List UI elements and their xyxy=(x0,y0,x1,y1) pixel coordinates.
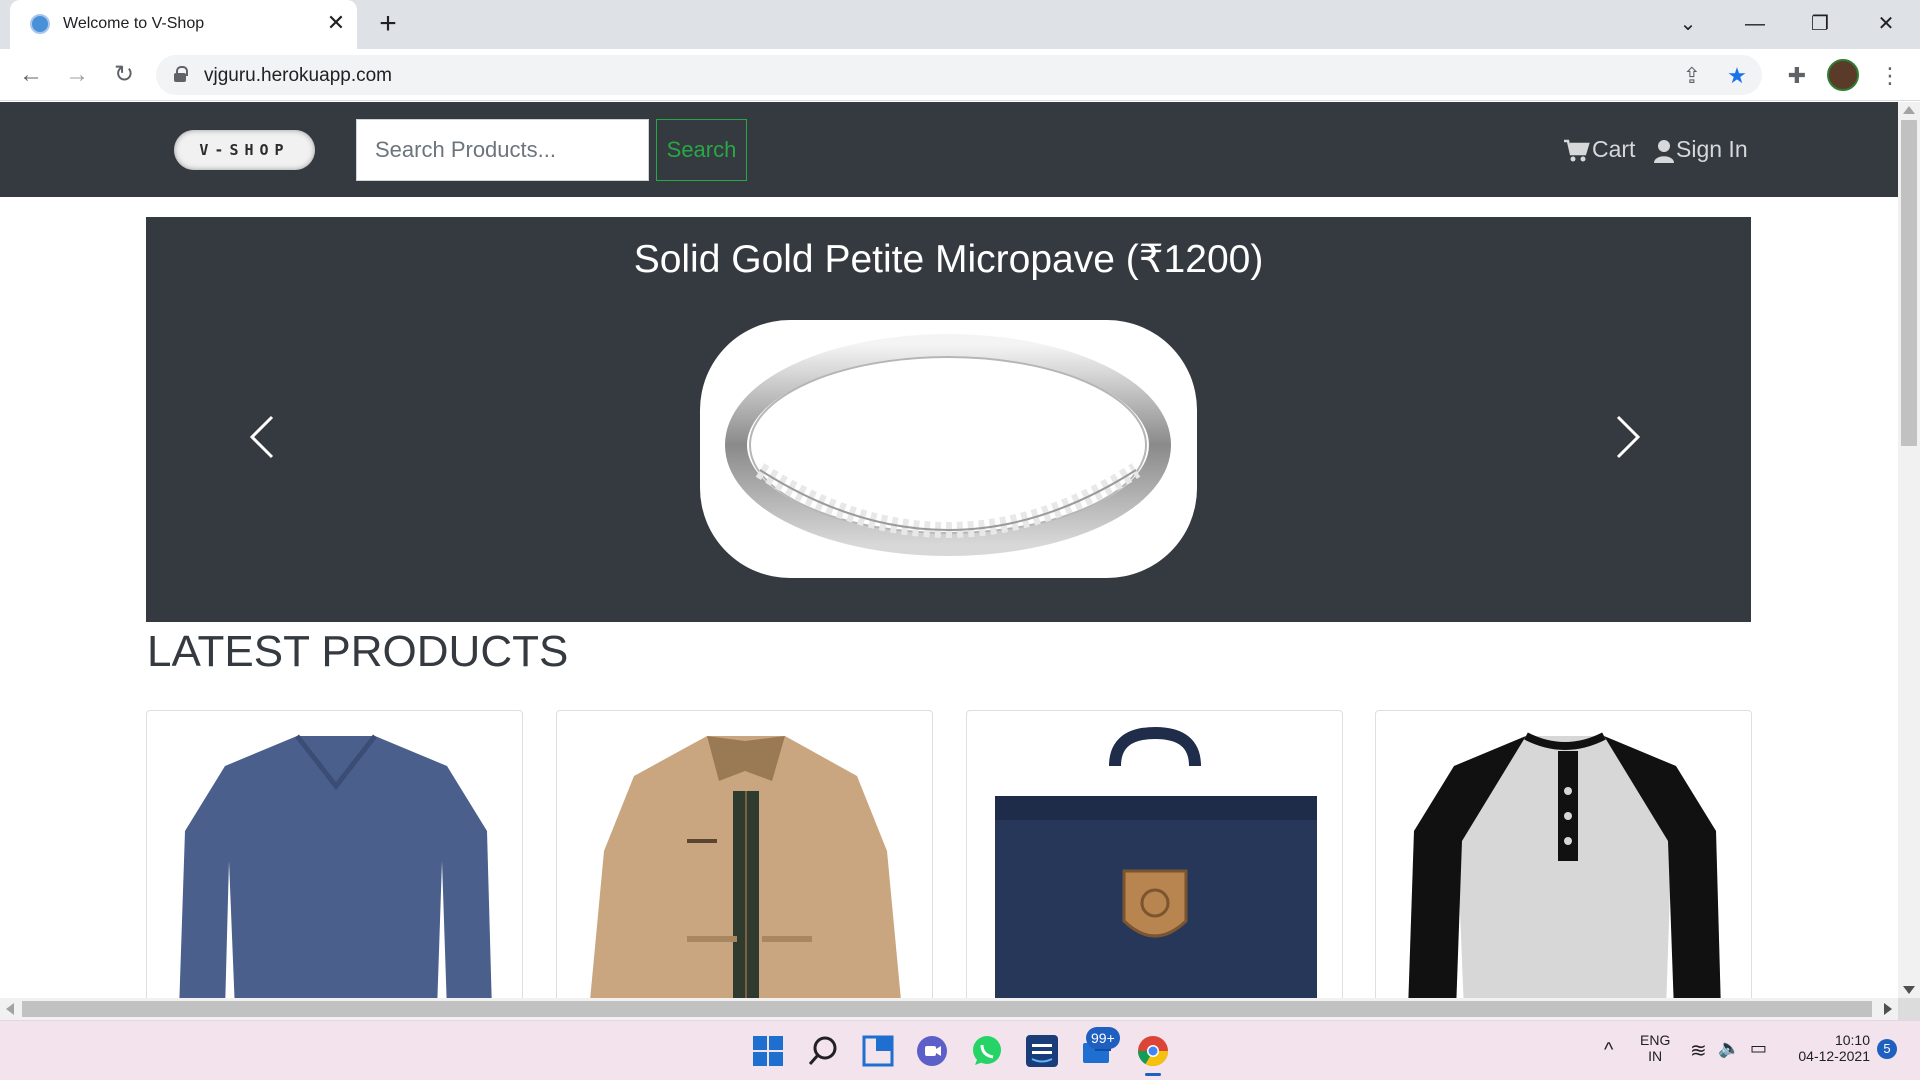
carousel-caption[interactable]: Solid Gold Petite Micropave (₹1200) xyxy=(146,237,1751,282)
product-card[interactable] xyxy=(556,710,933,998)
site-logo[interactable]: V-SHOP xyxy=(174,130,315,170)
browser-toolbar: ← → ↻ vjguru.herokuapp.com ⇪ ★ ✚ ⋮ xyxy=(0,49,1920,101)
carousel-ring-image[interactable] xyxy=(700,320,1197,578)
product-card[interactable] xyxy=(146,710,523,998)
clock[interactable]: 10:10 04-12-2021 xyxy=(1793,1032,1870,1064)
close-icon[interactable]: ✕ xyxy=(322,9,350,37)
browser-tab[interactable]: Welcome to V-Shop ✕ xyxy=(10,0,357,49)
scroll-left-icon[interactable] xyxy=(6,1003,14,1015)
scroll-up-icon[interactable] xyxy=(1903,106,1915,114)
address-bar[interactable]: vjguru.herokuapp.com ⇪ ★ xyxy=(156,55,1762,95)
mail-badge: 99+ xyxy=(1086,1027,1120,1049)
horizontal-scroll-thumb[interactable] xyxy=(22,1001,1872,1017)
wifi-icon[interactable]: ≋ xyxy=(1690,1038,1707,1063)
windows-start-icon[interactable] xyxy=(750,1033,786,1069)
scroll-right-icon[interactable] xyxy=(1884,1003,1892,1015)
web-page: V-SHOP Search Cart Sign In Solid Gold Pe… xyxy=(0,102,1898,998)
carousel-next-icon[interactable] xyxy=(1594,397,1654,477)
tab-title: Welcome to V-Shop xyxy=(63,15,205,32)
search-input[interactable] xyxy=(356,119,649,181)
cart-label: Cart xyxy=(1592,136,1636,162)
language-line1: ENG xyxy=(1640,1032,1671,1048)
chevron-up-icon[interactable]: ^ xyxy=(1604,1039,1613,1062)
horizontal-scrollbar[interactable] xyxy=(0,998,1898,1020)
star-icon[interactable]: ★ xyxy=(1724,63,1750,89)
lock-icon[interactable] xyxy=(174,66,188,82)
notification-badge[interactable]: 5 xyxy=(1877,1039,1897,1059)
profile-avatar[interactable] xyxy=(1827,59,1859,91)
carousel-prev-icon[interactable] xyxy=(236,397,296,477)
restore-icon[interactable]: ❐ xyxy=(1800,8,1840,40)
product-image-backpack[interactable] xyxy=(967,711,1343,998)
vertical-scrollbar[interactable] xyxy=(1898,102,1920,998)
prime-video-icon[interactable] xyxy=(1024,1033,1060,1069)
product-image-jacket[interactable] xyxy=(557,711,933,998)
back-arrow-icon[interactable]: ← xyxy=(15,59,47,91)
search-icon[interactable] xyxy=(805,1033,841,1069)
teams-chat-icon[interactable] xyxy=(914,1033,950,1069)
windows-taskbar: 99+ ^ ENG IN ≋ 🔈 ▭ 10:10 04-12-2021 5 xyxy=(0,1020,1920,1080)
product-card[interactable] xyxy=(966,710,1343,998)
kebab-menu-icon[interactable]: ⋮ xyxy=(1875,61,1905,91)
widgets-icon[interactable] xyxy=(860,1033,896,1069)
cart-icon xyxy=(1564,139,1590,162)
active-app-indicator xyxy=(1145,1073,1161,1076)
plus-icon[interactable]: + xyxy=(372,9,404,41)
minimize-icon[interactable]: — xyxy=(1735,8,1775,40)
language-line2: IN xyxy=(1648,1048,1663,1064)
product-carousel[interactable]: Solid Gold Petite Micropave (₹1200) xyxy=(146,217,1751,622)
user-icon xyxy=(1654,139,1674,163)
battery-icon[interactable]: ▭ xyxy=(1750,1038,1767,1059)
scroll-corner xyxy=(1898,998,1920,1020)
vertical-scroll-thumb[interactable] xyxy=(1901,120,1917,446)
chrome-icon[interactable] xyxy=(1135,1033,1171,1069)
product-card[interactable] xyxy=(1375,710,1752,998)
share-icon[interactable]: ⇪ xyxy=(1679,63,1705,89)
search-button[interactable]: Search xyxy=(656,119,747,181)
product-image-tshirt[interactable] xyxy=(147,711,523,998)
chevron-down-icon[interactable]: ⌄ xyxy=(1668,8,1708,40)
forward-arrow-icon[interactable]: → xyxy=(61,59,93,91)
sign-in-link[interactable]: Sign In xyxy=(1654,132,1748,166)
speaker-icon[interactable]: 🔈 xyxy=(1718,1038,1740,1059)
latest-products-heading: LATEST PRODUCTS xyxy=(147,627,569,676)
cart-link[interactable]: Cart xyxy=(1563,132,1635,166)
reload-icon[interactable]: ↻ xyxy=(108,59,140,91)
puzzle-icon[interactable]: ✚ xyxy=(1782,61,1812,91)
window-close-icon[interactable]: ✕ xyxy=(1866,8,1906,40)
sign-in-label: Sign In xyxy=(1676,136,1748,162)
whatsapp-icon[interactable] xyxy=(969,1033,1005,1069)
site-navbar: V-SHOP Search Cart Sign In xyxy=(0,102,1898,197)
language-indicator[interactable]: ENG IN xyxy=(1640,1032,1670,1064)
url-text[interactable]: vjguru.herokuapp.com xyxy=(204,65,392,87)
clock-time: 10:10 xyxy=(1834,1032,1870,1048)
product-image-henley[interactable] xyxy=(1376,711,1752,998)
favicon-icon xyxy=(30,14,50,34)
browser-tab-strip: Welcome to V-Shop ✕ + ⌄ — ❐ ✕ xyxy=(0,0,1920,49)
scroll-down-icon[interactable] xyxy=(1903,986,1915,994)
clock-date: 04-12-2021 xyxy=(1798,1048,1870,1064)
